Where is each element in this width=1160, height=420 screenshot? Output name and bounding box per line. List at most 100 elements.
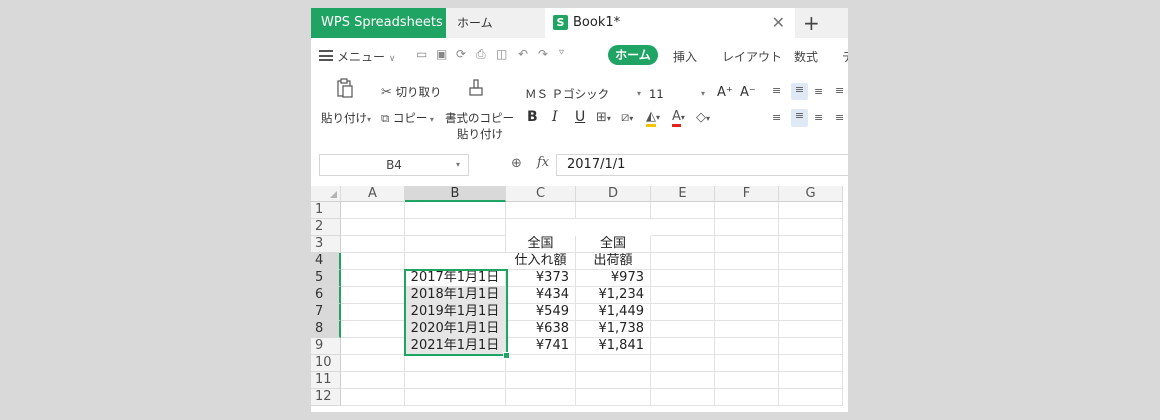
cell-F7[interactable]: [715, 304, 779, 321]
format-painter-icon[interactable]: [468, 79, 484, 97]
cell-A4[interactable]: [341, 253, 405, 270]
cell-C5[interactable]: ¥434: [506, 287, 576, 304]
wrap-icon[interactable]: ≡: [835, 84, 844, 97]
cell-F2[interactable]: [715, 219, 779, 236]
row-header-10[interactable]: 10: [311, 355, 341, 372]
column-header-D[interactable]: D: [576, 186, 651, 202]
cell-D3[interactable]: 出荷額: [576, 253, 651, 270]
cell-F9[interactable]: [715, 338, 779, 355]
align-center-icon[interactable]: ≡: [791, 109, 808, 127]
menu-home-tab[interactable]: ホーム: [608, 45, 658, 65]
cell-B11[interactable]: [405, 372, 506, 389]
align-bottom-icon[interactable]: ≡: [814, 85, 823, 98]
format-painter-label1[interactable]: 書式のコピー: [445, 110, 514, 126]
cell-F5[interactable]: [715, 270, 779, 287]
column-header-B[interactable]: B: [405, 186, 506, 202]
column-header-C[interactable]: C: [506, 186, 576, 202]
cell-F4[interactable]: [715, 253, 779, 270]
cell-F11[interactable]: [715, 372, 779, 389]
cell-C6[interactable]: ¥549: [506, 304, 576, 321]
cell-D7[interactable]: ¥1,738: [576, 321, 651, 338]
row-header-3[interactable]: 3: [311, 236, 341, 253]
border-icon[interactable]: ⊞▾: [596, 110, 611, 125]
cell-A7[interactable]: [341, 304, 405, 321]
row-header-8[interactable]: 8: [311, 321, 341, 338]
cell-D12[interactable]: [576, 389, 651, 406]
fill-color-icon[interactable]: ◭▾: [646, 109, 660, 127]
cell-E8[interactable]: [651, 321, 715, 338]
cell-G12[interactable]: [779, 389, 843, 406]
cell-G5[interactable]: [779, 270, 843, 287]
cell-E3[interactable]: [651, 236, 715, 253]
fx-icon[interactable]: fx: [537, 155, 549, 170]
cell-G6[interactable]: [779, 287, 843, 304]
cell-E2[interactable]: [651, 219, 715, 236]
menu-button[interactable]: メニュー ∨: [337, 48, 395, 65]
grow-font-icon[interactable]: A⁺: [717, 85, 733, 100]
cell-E11[interactable]: [651, 372, 715, 389]
cell-B1[interactable]: [405, 202, 506, 219]
column-header-A[interactable]: A: [341, 186, 405, 202]
cell-D10[interactable]: [576, 355, 651, 372]
cell-E5[interactable]: [651, 270, 715, 287]
tab-book1[interactable]: S Book1* ✕: [545, 8, 795, 38]
fill-handle[interactable]: [503, 352, 510, 359]
underline-button[interactable]: U: [575, 109, 585, 125]
cell-B10[interactable]: [405, 355, 506, 372]
cell-B3[interactable]: [405, 236, 506, 253]
cell-A5[interactable]: [341, 270, 405, 287]
zoom-icon[interactable]: ⊕: [511, 156, 522, 171]
cell-F1[interactable]: [715, 202, 779, 219]
cell-G11[interactable]: [779, 372, 843, 389]
column-header-F[interactable]: F: [715, 186, 779, 202]
cell-C2[interactable]: 全国: [506, 236, 576, 253]
cell-E10[interactable]: [651, 355, 715, 372]
row-header-12[interactable]: 12: [311, 389, 341, 406]
cell-C10[interactable]: [506, 355, 576, 372]
cell-style-icon[interactable]: ⧄▾: [621, 110, 633, 125]
format-painter-label2[interactable]: 貼り付け: [457, 126, 503, 142]
menu-formula[interactable]: 数式: [794, 48, 818, 65]
cell-C11[interactable]: [506, 372, 576, 389]
export-icon[interactable]: ⟳: [456, 47, 466, 61]
cell-G3[interactable]: [779, 236, 843, 253]
cell-G9[interactable]: [779, 338, 843, 355]
cell-A1[interactable]: [341, 202, 405, 219]
cell-G1[interactable]: [779, 202, 843, 219]
row-header-1[interactable]: 1: [311, 202, 341, 219]
cell-A12[interactable]: [341, 389, 405, 406]
paste-button[interactable]: 貼り付け▾: [321, 110, 371, 126]
cell-B12[interactable]: [405, 389, 506, 406]
cell-E4[interactable]: [651, 253, 715, 270]
row-header-11[interactable]: 11: [311, 372, 341, 389]
row-header-9[interactable]: 9: [311, 338, 341, 355]
row-header-6[interactable]: 6: [311, 287, 341, 304]
menu-data-cutoff[interactable]: デ: [842, 48, 848, 65]
select-all-corner[interactable]: [311, 186, 341, 202]
cell-G8[interactable]: [779, 321, 843, 338]
cell-D8[interactable]: ¥1,841: [576, 338, 651, 355]
font-name-select[interactable]: ＭＳ Ｐゴシック ▾: [521, 84, 645, 104]
row-header-2[interactable]: 2: [311, 219, 341, 236]
copy-button[interactable]: ⧉ コピー ▾: [381, 110, 434, 126]
shrink-font-icon[interactable]: A⁻: [740, 85, 756, 100]
row-header-7[interactable]: 7: [311, 304, 341, 321]
tab-home[interactable]: ホーム: [457, 8, 493, 38]
cell-E12[interactable]: [651, 389, 715, 406]
menu-insert[interactable]: 挿入: [673, 48, 697, 65]
paste-icon[interactable]: [336, 78, 354, 98]
cell-B5[interactable]: 2018年1月1日: [405, 287, 506, 304]
cell-B4[interactable]: 2017年1月1日: [405, 270, 506, 287]
justify-icon[interactable]: ≡: [835, 111, 844, 124]
cut-button[interactable]: ✂ 切り取り: [381, 84, 442, 100]
cell-A3[interactable]: [341, 236, 405, 253]
cell-B8[interactable]: 2021年1月1日: [405, 338, 506, 355]
open-icon[interactable]: ▭: [416, 47, 427, 61]
align-top-icon[interactable]: ≡: [772, 84, 781, 97]
cell-E9[interactable]: [651, 338, 715, 355]
font-size-select[interactable]: 11 ▾: [645, 84, 709, 104]
cell-A11[interactable]: [341, 372, 405, 389]
cell-F8[interactable]: [715, 321, 779, 338]
tab-wps-spreadsheets[interactable]: WPS Spreadsheets: [311, 8, 446, 38]
cell-E1[interactable]: [651, 202, 715, 219]
